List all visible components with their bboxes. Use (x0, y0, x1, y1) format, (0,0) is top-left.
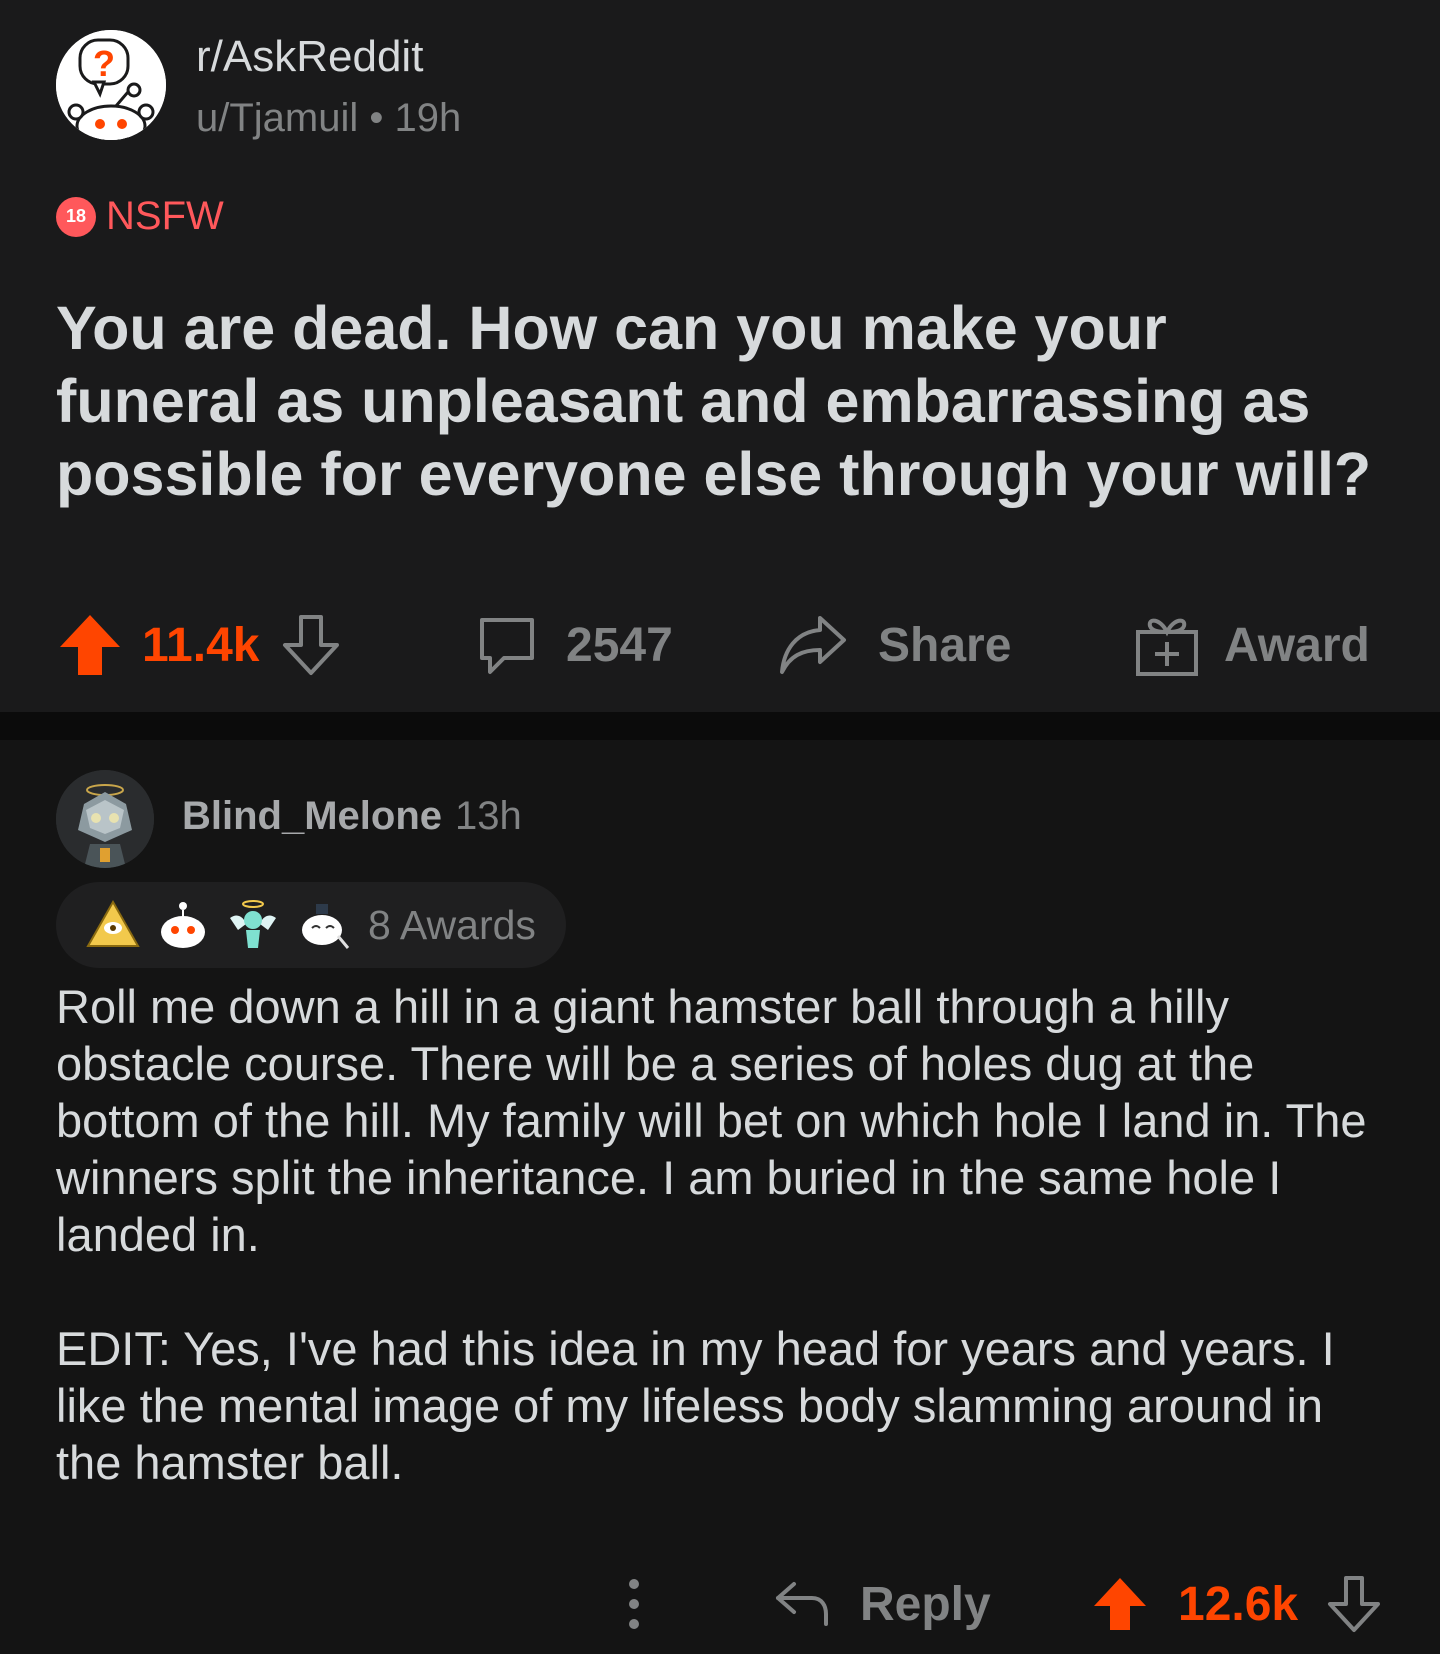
upvote-icon[interactable] (56, 611, 124, 679)
reply-arrow-icon (774, 1578, 830, 1630)
share-arrow-icon (776, 612, 848, 678)
section-divider (0, 712, 1440, 740)
comment-count: 2547 (566, 618, 673, 672)
subreddit-avatar[interactable]: ? (56, 30, 166, 140)
subreddit-name[interactable]: r/AskReddit (196, 32, 423, 82)
wholesome-award-icon (294, 896, 352, 954)
award-label: Award (1224, 618, 1370, 672)
comment-body: Roll me down a hill in a giant hamster b… (56, 978, 1396, 1548)
nsfw-18-icon: 18 (56, 196, 96, 237)
comment-paragraph: EDIT: Yes, I've had this idea in my head… (56, 1322, 1335, 1489)
kebab-menu-icon (612, 1574, 656, 1634)
comment-paragraph: Roll me down a hill in a giant hamster b… (56, 980, 1367, 1261)
meta-separator: • (369, 96, 384, 140)
post-age: 19h (394, 96, 462, 140)
nsfw-label: NSFW (106, 194, 224, 238)
post-card: ? r/AskReddit u/Tjamuil • 19h 18 NSFW Yo… (0, 0, 1440, 712)
comment-author-avatar[interactable] (56, 770, 154, 868)
svg-text:?: ? (93, 43, 115, 84)
share-label: Share (878, 618, 1012, 672)
comments-button[interactable]: 2547 (474, 600, 673, 690)
post-upvote-count: 11.4k (142, 618, 260, 672)
comment-author[interactable]: Blind_Melone (182, 794, 442, 839)
comment-card: Blind_Melone 13h 8 Awards Roll me down a… (0, 740, 1440, 1654)
post-vote-group: 11.4k (56, 600, 345, 690)
downvote-icon[interactable] (1326, 1574, 1382, 1634)
awards-row[interactable]: 8 Awards (56, 882, 566, 968)
reply-label: Reply (860, 1577, 991, 1631)
angel-award-icon (224, 896, 282, 954)
comment-upvote-count: 12.6k (1178, 1577, 1299, 1631)
post-meta: u/Tjamuil • 19h (196, 96, 461, 141)
downvote-icon[interactable] (277, 611, 345, 679)
nsfw-tag: 18 NSFW (56, 194, 224, 239)
comment-age: 13h (455, 794, 522, 838)
award-button[interactable]: Award (1134, 600, 1370, 690)
share-button[interactable]: Share (776, 600, 1011, 690)
comment-action-bar: Reply 12.6k (0, 1564, 1440, 1644)
more-options-button[interactable] (612, 1564, 656, 1644)
pyramid-award-icon (84, 896, 142, 954)
upvote-icon[interactable] (1092, 1574, 1148, 1634)
post-title[interactable]: You are dead. How can you make your fune… (56, 292, 1386, 511)
askreddit-logo-icon: ? (56, 30, 166, 140)
post-author[interactable]: u/Tjamuil (196, 96, 358, 140)
comment-vote-group: 12.6k (1092, 1564, 1382, 1644)
post-action-bar: 11.4k 2547 Share Award (0, 600, 1440, 690)
snoo-award-icon (154, 896, 212, 954)
awards-count-label: 8 Awards (368, 901, 536, 948)
reply-button[interactable]: Reply (774, 1564, 991, 1644)
gift-award-icon (1134, 612, 1200, 678)
comment-bubble-icon (474, 612, 540, 678)
snoo-avatar-icon (56, 770, 154, 868)
